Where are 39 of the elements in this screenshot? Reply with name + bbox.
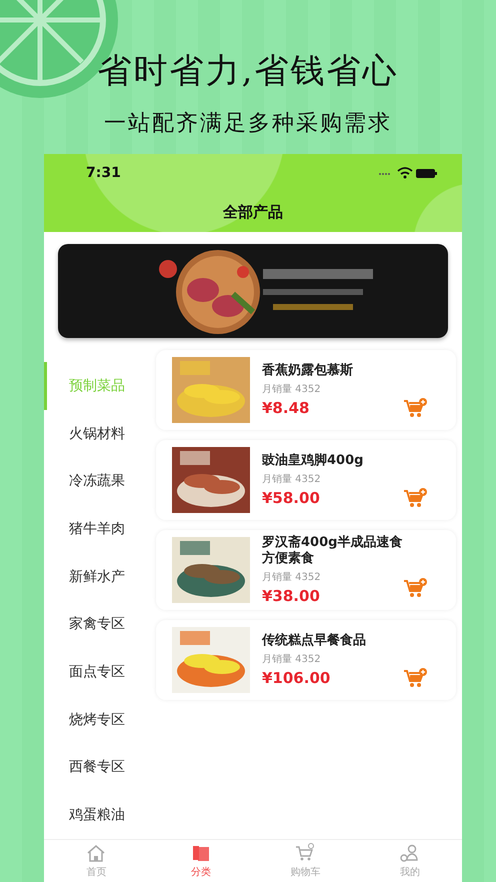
category-item[interactable]: 面点专区: [44, 648, 150, 696]
headline: 省时省力,省钱省心: [98, 50, 398, 93]
category-item[interactable]: 西餐专区: [44, 744, 150, 792]
add-to-cart-icon[interactable]: [404, 578, 428, 598]
product-name: 传统糕点早餐食品: [262, 633, 367, 649]
category-item[interactable]: 新鲜水产: [44, 552, 150, 601]
product-price: ¥106.00: [262, 669, 330, 687]
add-to-cart-icon[interactable]: [404, 668, 428, 688]
stack-icon: [190, 843, 211, 863]
page-title: 全部产品: [222, 202, 284, 222]
product-price: ¥38.00: [262, 587, 320, 605]
category-item[interactable]: 冷冻蔬果: [44, 457, 150, 506]
product-name: 罗汉斋400g半成品速食方便素食: [262, 535, 404, 567]
product-card[interactable]: 香蕉奶露包慕斯 月销量 4352 ¥8.48: [156, 350, 456, 430]
product-price: ¥58.00: [262, 489, 320, 507]
category-item[interactable]: 鸡蛋粮油: [44, 791, 150, 840]
add-to-cart-icon[interactable]: [404, 488, 428, 508]
category-item[interactable]: 家禽专区: [44, 600, 150, 648]
monthly-sales: 月销量 4352: [262, 473, 322, 486]
user-icon: [400, 843, 420, 863]
monthly-sales: 月销量 4352: [262, 571, 322, 584]
product-card[interactable]: 罗汉斋400g半成品速食方便素食 月销量 4352 ¥38.00: [156, 530, 456, 610]
product-name: 豉油皇鸡脚400g: [262, 453, 364, 469]
category-item[interactable]: 火锅材料: [44, 410, 150, 458]
tab-item[interactable]: 分类: [148, 840, 253, 882]
subheadline: 一站配齐满足多种采购需求: [104, 110, 392, 138]
status-icons: [378, 167, 438, 179]
monthly-sales: 月销量 4352: [262, 653, 322, 666]
home-icon: [86, 843, 106, 863]
cart-icon: [295, 843, 316, 863]
product-card[interactable]: 传统糕点早餐食品 月销量 4352 ¥106.00: [156, 620, 456, 700]
status-time: 7:31: [86, 165, 121, 181]
product-card[interactable]: 豉油皇鸡脚400g 月销量 4352 ¥58.00: [156, 440, 456, 520]
category-item[interactable]: 烧烤专区: [44, 696, 150, 744]
add-to-cart-icon[interactable]: [404, 398, 428, 418]
product-name: 香蕉奶露包慕斯: [262, 363, 354, 379]
category-item[interactable]: 猪牛羊肉: [44, 505, 150, 553]
product-price: ¥8.48: [262, 399, 310, 417]
monthly-sales: 月销量 4352: [262, 383, 322, 396]
